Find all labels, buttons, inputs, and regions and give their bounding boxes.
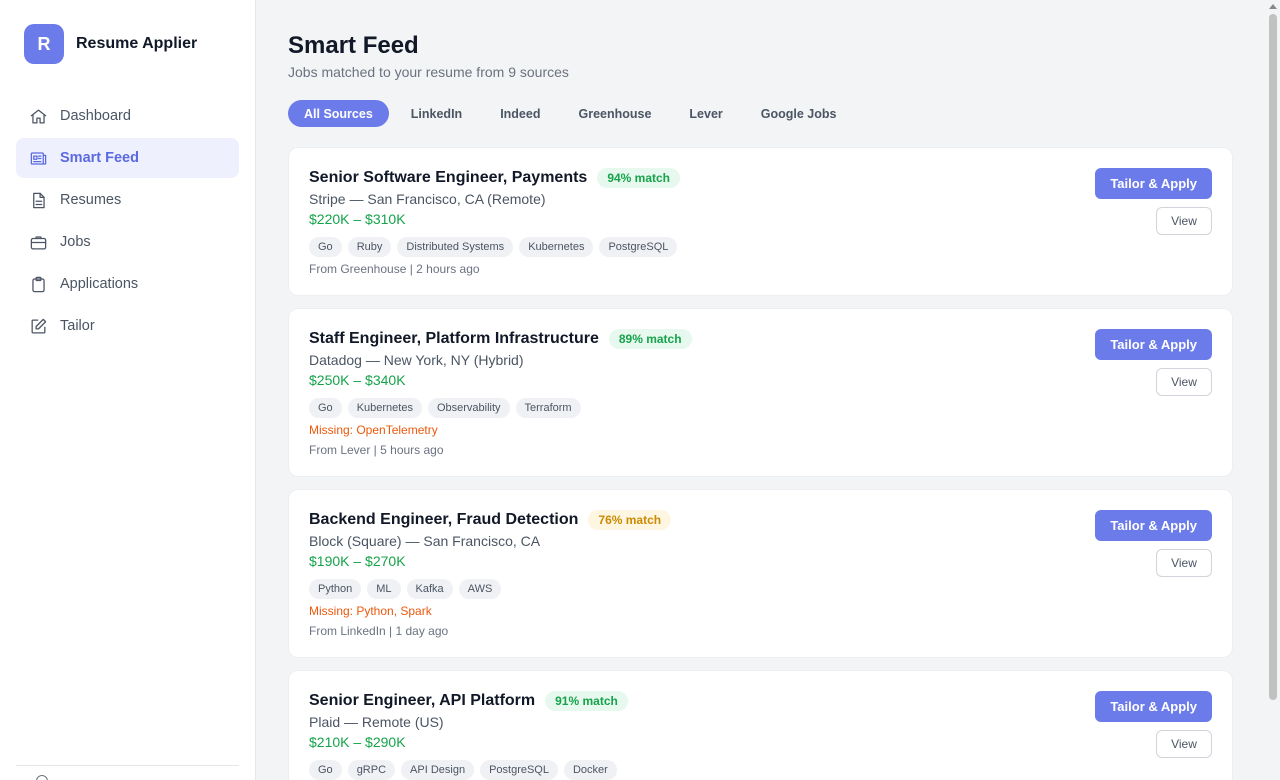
salary-range: $210K – $290K [309,734,406,750]
brand[interactable]: R Resume Applier [24,24,197,64]
match-badge: 89% match [608,329,692,349]
sidebar-item-jobs[interactable]: Jobs [16,222,239,262]
skill-tags: Python ML Kafka AWS [309,579,507,599]
missing-skills: Missing: Python, Spark [309,604,432,618]
view-button[interactable]: View [1156,368,1212,396]
job-source: From LinkedIn | 1 day ago [309,624,449,638]
skill-tag: Observability [427,398,510,418]
document-icon [28,190,48,210]
skill-tag: Kubernetes [347,398,422,418]
sidebar-item-label: Dashboard [60,108,131,124]
job-card[interactable]: Senior Engineer, API Platform 91% match … [288,670,1233,780]
job-card[interactable]: Backend Engineer, Fraud Detection 76% ma… [288,489,1233,658]
skill-tag: Go [309,398,342,418]
tab-lever[interactable]: Lever [673,100,738,127]
tab-greenhouse[interactable]: Greenhouse [562,100,667,127]
skill-tag: Kubernetes [519,237,594,257]
company-location: Block (Square) — San Francisco, CA [309,533,541,549]
job-title[interactable]: Senior Engineer, API Platform [309,692,535,710]
job-title[interactable]: Staff Engineer, Platform Infrastructure [309,330,599,348]
salary-range: $250K – $340K [309,372,406,388]
skill-tags: Go Kubernetes Observability Terraform [309,398,587,418]
edit-icon [28,316,48,336]
tab-all-sources[interactable]: All Sources [288,100,389,127]
sidebar-item-resumes[interactable]: Resumes [16,180,239,220]
newspaper-icon [28,148,48,168]
salary-range: $190K – $270K [309,553,406,569]
skill-tag: ML [367,579,401,599]
main-content: Smart Feed Jobs matched to your resume f… [256,0,1266,780]
skill-tag: PostgreSQL [480,760,558,780]
sidebar-nav: Dashboard Smart Feed Resumes Jobs Applic… [16,96,239,348]
sidebar-item-dashboard[interactable]: Dashboard [16,96,239,136]
view-button[interactable]: View [1156,207,1212,235]
view-button[interactable]: View [1156,730,1212,758]
tailor-apply-button[interactable]: Tailor & Apply [1095,510,1212,541]
main-scrollbar[interactable] [1266,0,1280,780]
skill-tag: PostgreSQL [599,237,678,257]
brand-name: Resume Applier [76,35,198,52]
scroll-up-arrow-icon[interactable] [1269,4,1277,9]
job-source: From Greenhouse | 2 hours ago [309,262,480,276]
match-badge: 94% match [597,168,681,188]
sidebar-item-label: Applications [60,276,139,292]
sidebar-item-applications[interactable]: Applications [16,264,239,304]
missing-skills: Missing: OpenTelemetry [309,423,438,437]
job-title[interactable]: Senior Software Engineer, Payments [309,169,587,187]
page-title: Smart Feed [288,32,419,59]
source-tabs: All Sources LinkedIn Indeed Greenhouse L… [288,100,858,127]
job-card[interactable]: Staff Engineer, Platform Infrastructure … [288,308,1233,477]
scrollbar-thumb[interactable] [1269,14,1277,700]
skill-tags: Go gRPC API Design PostgreSQL Docker [309,760,623,780]
skill-tag: Go [309,760,342,780]
skill-tag: API Design [401,760,475,780]
company-location: Plaid — Remote (US) [309,714,444,730]
skill-tag: AWS [458,579,502,599]
tab-google-jobs[interactable]: Google Jobs [745,100,853,127]
clipboard-icon [28,274,48,294]
tab-indeed[interactable]: Indeed [484,100,556,127]
job-title[interactable]: Backend Engineer, Fraud Detection [309,511,578,529]
user-icon[interactable] [36,775,48,780]
skill-tag: gRPC [347,760,396,780]
tailor-apply-button[interactable]: Tailor & Apply [1095,329,1212,360]
sidebar-item-tailor[interactable]: Tailor [16,306,239,346]
skill-tags: Go Ruby Distributed Systems Kubernetes P… [309,237,683,257]
sidebar: R Resume Applier Dashboard Smart Feed Re… [0,0,256,780]
skill-tag: Kafka [406,579,453,599]
sidebar-item-label: Jobs [60,234,91,250]
brand-logo: R [24,24,64,64]
match-badge: 76% match [588,510,672,530]
skill-tag: Python [309,579,362,599]
salary-range: $220K – $310K [309,211,406,227]
home-icon [28,106,48,126]
match-badge: 91% match [545,691,628,711]
job-source: From Lever | 5 hours ago [309,443,444,457]
page-subtitle: Jobs matched to your resume from 9 sourc… [288,64,569,80]
briefcase-icon [28,232,48,252]
sidebar-item-smart-feed[interactable]: Smart Feed [16,138,239,178]
sidebar-divider [16,765,239,766]
sidebar-item-label: Smart Feed [60,150,139,166]
tailor-apply-button[interactable]: Tailor & Apply [1095,168,1212,199]
skill-tag: Distributed Systems [397,237,514,257]
company-location: Stripe — San Francisco, CA (Remote) [309,191,546,207]
sidebar-item-label: Tailor [60,318,95,334]
tailor-apply-button[interactable]: Tailor & Apply [1095,691,1212,722]
skill-tag: Docker [563,760,617,780]
view-button[interactable]: View [1156,549,1212,577]
job-card[interactable]: Senior Software Engineer, Payments 94% m… [288,147,1233,296]
company-location: Datadog — New York, NY (Hybrid) [309,352,524,368]
skill-tag: Go [309,237,342,257]
skill-tag: Ruby [347,237,392,257]
skill-tag: Terraform [515,398,581,418]
sidebar-item-label: Resumes [60,192,122,208]
tab-linkedin[interactable]: LinkedIn [395,100,478,127]
